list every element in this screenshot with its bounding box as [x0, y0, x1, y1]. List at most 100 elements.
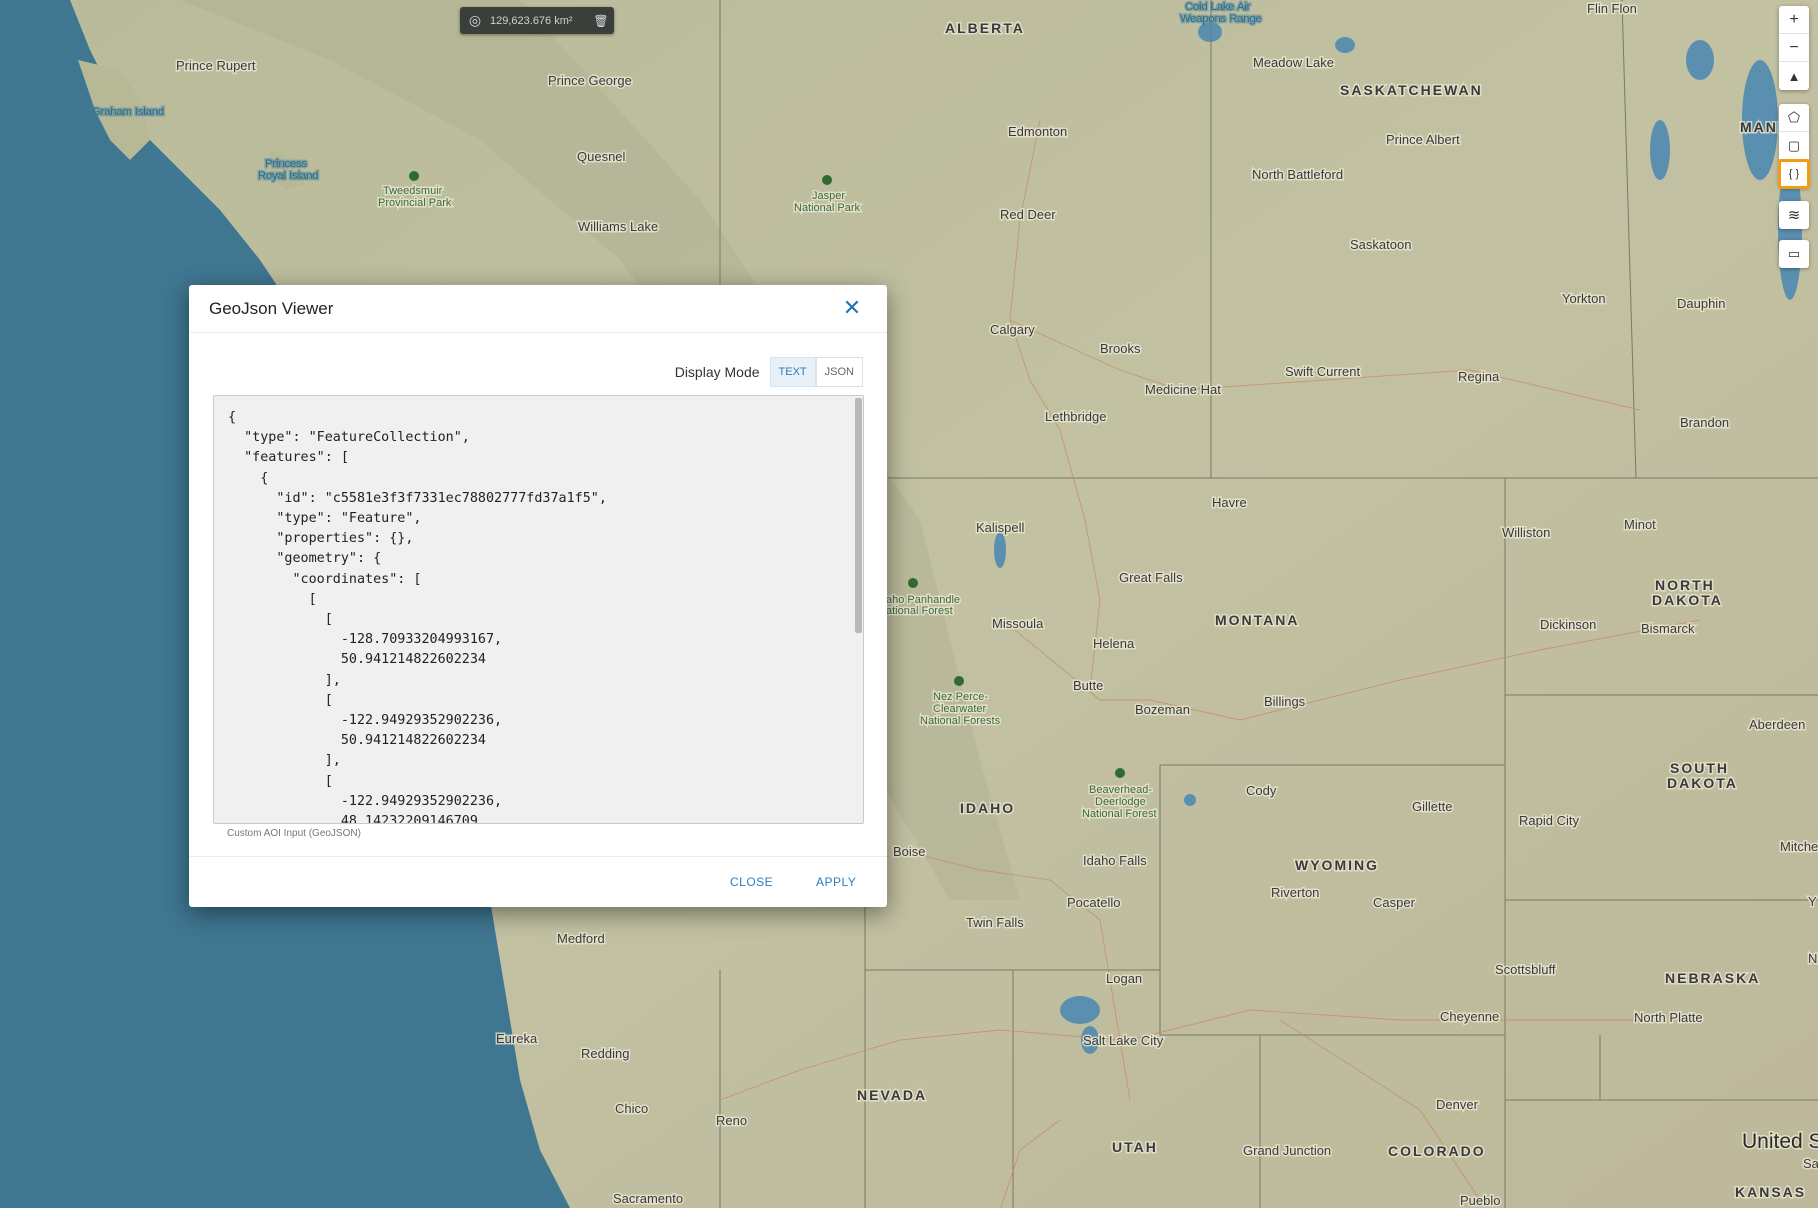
map-label-city: Meadow Lake [1253, 55, 1334, 70]
map-label-state: NORTH [1655, 577, 1715, 593]
close-icon[interactable]: ✕ [839, 295, 865, 321]
map-label-city: Williams Lake [578, 219, 658, 234]
zoom-out-icon: − [1789, 38, 1799, 56]
area-measure-value: 129,623.676 km² [490, 14, 573, 27]
map-label-city: Saskatoon [1350, 237, 1411, 252]
layers-control: ≋ [1779, 201, 1809, 229]
zoom-in-button[interactable]: + [1779, 6, 1809, 34]
geojson-button[interactable]: { } [1778, 159, 1810, 189]
polygon-icon: ⬠ [1787, 109, 1801, 125]
map-label-state: UTAH [1112, 1139, 1158, 1155]
map-label-city: Missoula [992, 616, 1044, 631]
map-label-city: Reno [716, 1113, 747, 1128]
map-label-city: Flin Flon [1587, 1, 1637, 16]
map-label-city: Swift Current [1285, 364, 1361, 379]
map-label-city: Yorkton [1562, 291, 1606, 306]
zoom-out-button[interactable]: − [1779, 34, 1809, 62]
layers-icon: ≋ [1787, 207, 1801, 224]
zoom-controls: + − ▲ [1779, 6, 1809, 90]
map-label-city: Eureka [496, 1031, 538, 1046]
map-label-city: Bozeman [1135, 702, 1190, 717]
mode-json-button[interactable]: JSON [815, 357, 863, 387]
map-label-city: North Battleford [1252, 167, 1343, 182]
textarea-caption: Custom AOI Input (GeoJSON) [227, 828, 361, 839]
map-label-state: DAKOTA [1667, 775, 1738, 791]
map-label-city: Scottsbluff [1495, 962, 1556, 977]
map-label-city: Prince Rupert [176, 58, 256, 73]
map-label-state: KANSAS [1735, 1184, 1806, 1200]
map-label-state: SASKATCHEWAN [1340, 82, 1483, 98]
display-mode-toggle: Display Mode TEXT JSON [675, 357, 863, 387]
ruler-icon: ▭ [1787, 246, 1801, 261]
map-label-city: Cheyenne [1440, 1009, 1499, 1024]
map-label-city: Logan [1106, 971, 1142, 986]
map-label-city: Great Falls [1119, 570, 1183, 585]
mode-text-button[interactable]: TEXT [769, 357, 816, 387]
area-measure-pill: ◎ 129,623.676 km² 🗑 [460, 7, 614, 34]
map-label-park: Nez Perce- [933, 691, 988, 703]
map-label-city: Prince George [548, 73, 632, 88]
draw-controls: ⬠ ▢ { } [1778, 104, 1810, 189]
display-mode-label: Display Mode [674, 364, 760, 380]
map-label-city: Kalispell [976, 520, 1025, 535]
map-label-state: ALBERTA [945, 20, 1025, 36]
map-label-city: Calgary [990, 322, 1035, 337]
close-button[interactable]: CLOSE [730, 875, 773, 889]
map-label-city: Sacramento [613, 1191, 683, 1206]
map-label-park: Beaverhead- [1089, 784, 1152, 796]
dialog-title: GeoJson Viewer [209, 299, 334, 318]
map-label-city: Prince Albert [1386, 132, 1460, 147]
map-label-city: Williston [1502, 525, 1550, 540]
map-label-city: North Platte [1634, 1010, 1703, 1025]
ruler-button[interactable]: ▭ [1779, 240, 1809, 268]
map-label-city: Denver [1436, 1097, 1479, 1112]
trash-icon[interactable]: 🗑 [588, 14, 614, 28]
map-label-city: Salt Lake City [1083, 1033, 1164, 1048]
map-label-city: Boise [893, 844, 926, 859]
map-label-park: National Forests [920, 715, 1001, 727]
map-label-city: Twin Falls [966, 915, 1024, 930]
geojson-code: { "type": "FeatureCollection", "features… [228, 410, 607, 824]
layers-button[interactable]: ≋ [1779, 201, 1809, 229]
map-label-city: Rapid City [1519, 813, 1579, 828]
crosshair-icon[interactable]: ◎ [460, 12, 490, 29]
compass-button[interactable]: ▲ [1779, 62, 1809, 90]
geojson-viewer-dialog: GeoJson Viewer ✕ Display Mode TEXT JSON … [189, 285, 887, 907]
map-label-park: Tweedsmuir [383, 185, 443, 197]
apply-button[interactable]: APPLY [816, 875, 856, 889]
map-label-city: Y [1808, 894, 1817, 909]
map-label-water: Graham Island [92, 106, 164, 118]
map-label-city: Brandon [1680, 415, 1729, 430]
dialog-header: GeoJson Viewer ✕ [189, 285, 887, 333]
map-label-city: Red Deer [1000, 207, 1056, 222]
ruler-control: ▭ [1779, 240, 1809, 268]
map-label-state: COLORADO [1388, 1143, 1486, 1159]
map-label-city: Chico [615, 1101, 648, 1116]
map-label-state: DAKOTA [1652, 592, 1723, 608]
map-label-water: Princess [265, 158, 308, 170]
map-label-city: Helena [1093, 636, 1135, 651]
map-label-state: MANI [1740, 119, 1784, 135]
map-label-city: Riverton [1271, 885, 1319, 900]
map-label-city: Aberdeen [1749, 717, 1805, 732]
map-label-country: United S [1742, 1130, 1818, 1153]
compass-icon: ▲ [1787, 68, 1801, 84]
map-label-city: Dickinson [1540, 617, 1596, 632]
map-label-city: Mitchell [1780, 839, 1818, 854]
scrollbar[interactable] [855, 398, 862, 633]
rectangle-button[interactable]: ▢ [1779, 132, 1809, 160]
map-label-city: Idaho Falls [1083, 853, 1147, 868]
polygon-button[interactable]: ⬠ [1779, 104, 1809, 132]
map-label-water: Weapons Range [1180, 13, 1262, 25]
map-label-city: Redding [581, 1046, 629, 1061]
map-label-city: Cody [1246, 783, 1277, 798]
map-label-city: N [1808, 951, 1817, 966]
map-label-city: Lethbridge [1045, 409, 1106, 424]
map-label-city: Medicine Hat [1145, 382, 1221, 397]
map-label-city: Regina [1458, 369, 1500, 384]
map-label-state: WYOMING [1295, 857, 1379, 873]
map-label-city: Edmonton [1008, 124, 1067, 139]
map-label-park: Deerlodge [1095, 796, 1146, 808]
map-label-park: National Park [794, 202, 861, 214]
geojson-textarea[interactable]: { "type": "FeatureCollection", "features… [213, 395, 864, 824]
